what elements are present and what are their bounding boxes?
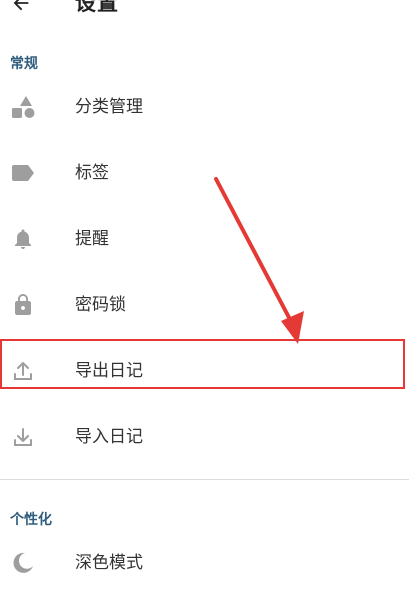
upload-icon	[9, 358, 37, 384]
download-icon	[9, 424, 37, 450]
lock-icon	[9, 292, 37, 318]
section-header-general: 常规	[10, 56, 38, 72]
settings-item-label: 标签	[75, 163, 109, 183]
settings-item-label: 分类管理	[75, 97, 143, 117]
shapes-icon	[9, 94, 37, 120]
app-bar: 设置	[0, 0, 409, 22]
settings-item-tags[interactable]: 标签	[0, 141, 409, 205]
back-button[interactable]	[6, 0, 36, 18]
section-header-personalization: 个性化	[10, 512, 52, 528]
settings-item-dark-mode[interactable]: 深色模式	[0, 531, 409, 595]
settings-item-label: 密码锁	[75, 295, 126, 315]
moon-icon	[9, 550, 37, 576]
settings-item-import-diary[interactable]: 导入日记	[0, 405, 409, 469]
tag-icon	[9, 160, 37, 186]
page-title: 设置	[75, 0, 119, 15]
settings-item-reminder[interactable]: 提醒	[0, 207, 409, 271]
section-divider	[0, 479, 409, 480]
bell-icon	[9, 226, 37, 252]
settings-item-password-lock[interactable]: 密码锁	[0, 273, 409, 337]
settings-item-export-diary[interactable]: 导出日记	[0, 339, 409, 403]
settings-item-category-management[interactable]: 分类管理	[0, 75, 409, 139]
settings-item-label: 导入日记	[75, 427, 143, 447]
settings-item-label: 深色模式	[75, 553, 143, 573]
settings-item-label: 导出日记	[75, 361, 143, 381]
settings-item-label: 提醒	[75, 229, 109, 249]
arrow-back-icon	[13, 0, 29, 11]
